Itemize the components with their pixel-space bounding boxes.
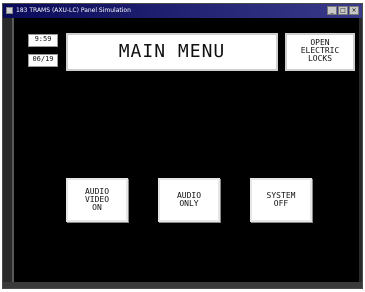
window-titlebar: 183 TRAMS (AXU-LC) Panel Simulation _ □ …	[3, 4, 362, 18]
time-display: 9:59	[28, 34, 58, 47]
maximize-icon[interactable]: □	[338, 6, 348, 15]
date-display: 06/19	[28, 54, 58, 67]
window-bottom-frame	[3, 282, 362, 288]
page-title: MAIN MENU	[66, 33, 278, 71]
app-window: 183 TRAMS (AXU-LC) Panel Simulation _ □ …	[2, 3, 363, 289]
audio-video-on-button[interactable]: AUDIO VIDEO ON	[66, 178, 128, 222]
audio-only-button[interactable]: AUDIO ONLY	[158, 178, 220, 222]
window-controls: _ □ ×	[327, 6, 359, 15]
close-icon[interactable]: ×	[349, 6, 359, 15]
panel-screen: 9:59 06/19 MAIN MENU OPEN ELECTRIC LOCKS…	[12, 18, 359, 284]
system-off-label: SYSTEM OFF	[266, 191, 296, 208]
window-title: 183 TRAMS (AXU-LC) Panel Simulation	[16, 7, 131, 14]
app-icon	[6, 7, 13, 14]
audio-video-on-label: AUDIO VIDEO ON	[84, 187, 110, 212]
minimize-icon[interactable]: _	[327, 6, 337, 15]
audio-only-label: AUDIO ONLY	[176, 191, 202, 208]
open-electric-locks-button[interactable]: OPEN ELECTRIC LOCKS	[285, 33, 355, 71]
system-off-button[interactable]: SYSTEM OFF	[250, 178, 312, 222]
